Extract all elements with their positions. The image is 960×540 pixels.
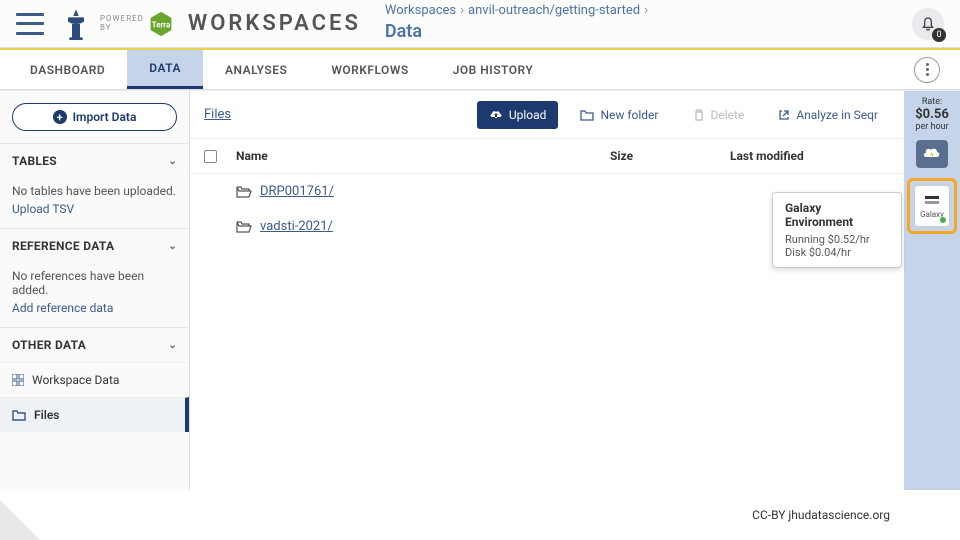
col-size: Size [610, 149, 730, 163]
tab-jobhistory[interactable]: JOB HISTORY [431, 50, 556, 89]
chevron-down-icon: ⌄ [168, 241, 177, 252]
galaxy-icon [923, 194, 941, 208]
folder-link[interactable]: DRP001761/ [236, 184, 610, 199]
folder-open-icon [236, 220, 252, 233]
powered-by-label: POWERED BY [100, 15, 144, 33]
tables-empty-text: No tables have been uploaded. [12, 184, 177, 198]
file-table-header: Name Size Last modified [190, 139, 904, 174]
anvil-logo-icon [62, 8, 90, 40]
sidebar-section-reference[interactable]: REFERENCE DATA ⌄ [0, 228, 189, 263]
vertical-dots-icon [926, 63, 929, 76]
sidebar-section-other[interactable]: OTHER DATA ⌄ [0, 327, 189, 362]
analyze-seqr-button[interactable]: Analyze in Seqr [766, 101, 890, 129]
svg-text:Terra: Terra [152, 20, 170, 29]
tabs-overflow-button[interactable] [914, 57, 940, 83]
files-breadcrumb-link[interactable]: Files [204, 107, 231, 122]
rate-label: Rate: [922, 97, 942, 107]
tab-analyses[interactable]: ANALYSES [203, 50, 309, 89]
select-all-checkbox[interactable] [204, 150, 217, 163]
trash-icon [693, 109, 705, 121]
cloud-upload-icon [489, 109, 503, 121]
rate-panel: Rate: $0.56 per hour Galaxy [904, 91, 960, 490]
tab-bar: DASHBOARD DATA ANALYSES WORKFLOWS JOB HI… [0, 50, 960, 90]
col-name: Name [236, 149, 610, 163]
chevron-down-icon: ⌄ [168, 156, 177, 167]
main-panel: Files Upload New folder Delete Analyze i… [190, 91, 904, 490]
upload-button[interactable]: Upload [477, 101, 559, 129]
col-modified: Last modified [730, 149, 890, 163]
left-sidebar: + Import Data TABLES ⌄ No tables have be… [0, 91, 190, 490]
sidebar-section-tables[interactable]: TABLES ⌄ [0, 143, 189, 178]
folder-icon [12, 409, 26, 421]
rate-per: per hour [915, 122, 948, 132]
cloud-bolt-icon [922, 146, 942, 162]
cloud-env-button[interactable] [916, 140, 948, 168]
import-data-button[interactable]: + Import Data [12, 103, 177, 131]
reference-empty-text: No references have been added. [12, 269, 177, 297]
tab-workflows[interactable]: WORKFLOWS [309, 50, 430, 89]
sidebar-item-workspace-data[interactable]: Workspace Data [0, 362, 189, 397]
new-folder-button[interactable]: New folder [568, 101, 670, 129]
folder-open-icon [236, 185, 252, 198]
external-link-icon [778, 109, 790, 121]
corner-decoration [0, 500, 40, 540]
add-reference-link[interactable]: Add reference data [12, 301, 177, 315]
menu-button[interactable] [16, 13, 44, 35]
grid-icon [12, 374, 24, 386]
page-title: WORKSPACES [188, 11, 361, 36]
attribution-footer: CC-BY jhudatascience.org [752, 508, 890, 522]
folder-plus-icon [580, 109, 594, 121]
delete-button: Delete [681, 101, 757, 129]
upload-tsv-link[interactable]: Upload TSV [12, 202, 177, 216]
tooltip-title: Galaxy Environment [785, 201, 889, 229]
galaxy-highlight: Galaxy [907, 178, 957, 234]
sidebar-item-files[interactable]: Files [0, 397, 189, 432]
galaxy-env-button[interactable]: Galaxy [914, 185, 950, 227]
rate-value: $0.56 [915, 107, 949, 122]
breadcrumb-current: Data [385, 20, 652, 43]
chevron-down-icon: ⌄ [168, 340, 177, 351]
notifications-button[interactable]: 0 [912, 8, 944, 40]
terra-logo-icon: Terra [148, 11, 174, 37]
status-dot-running [940, 217, 946, 223]
tooltip-line-running: Running $0.52/hr [785, 233, 889, 246]
folder-link[interactable]: vadsti-2021/ [236, 219, 610, 234]
breadcrumb-workspaces[interactable]: Workspaces [385, 3, 456, 18]
notification-count-badge: 0 [932, 28, 946, 42]
tab-dashboard[interactable]: DASHBOARD [8, 50, 127, 89]
tab-data[interactable]: DATA [127, 50, 203, 89]
breadcrumb: Workspaces›anvil-outreach/getting-starte… [385, 3, 652, 43]
plus-icon: + [53, 110, 67, 124]
tooltip-line-disk: Disk $0.04/hr [785, 246, 889, 259]
galaxy-tooltip: Galaxy Environment Running $0.52/hr Disk… [772, 192, 902, 268]
breadcrumb-project[interactable]: anvil-outreach/getting-started [468, 3, 640, 18]
